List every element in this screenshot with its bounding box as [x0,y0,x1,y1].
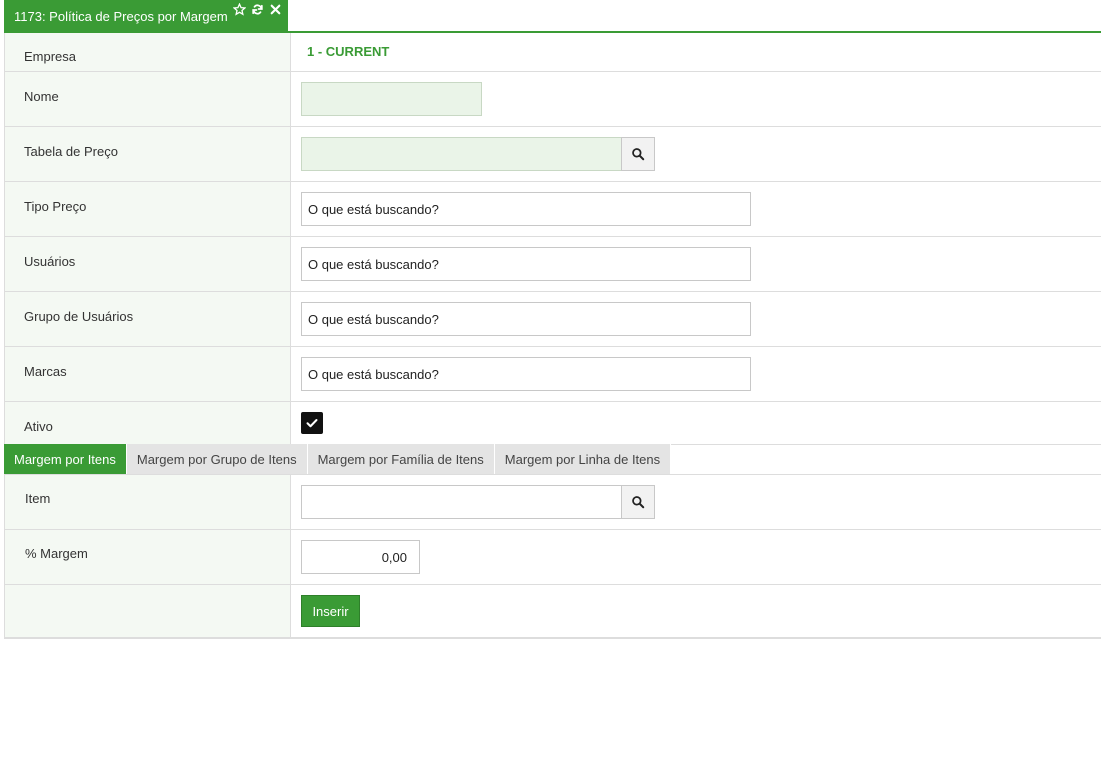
value-cell [291,292,1101,346]
empresa-value: 1 - CURRENT [307,44,390,59]
page-tab[interactable]: 1173: Política de Preços por Margem [4,0,288,31]
tipo-preco-input[interactable] [301,192,751,226]
marcas-label: Marcas [24,364,67,379]
value-cell: Inserir [291,585,1101,637]
row-nome: Nome [5,72,1101,127]
checkmark-icon [306,419,318,428]
label-cell: Nome [5,72,291,126]
value-cell [291,182,1101,236]
tab-margem-grupo-itens[interactable]: Margem por Grupo de Itens [126,444,308,474]
margin-form: Item % Margem Inserir [4,475,1101,639]
search-icon [632,496,645,509]
star-icon[interactable] [233,3,246,16]
value-cell [291,347,1101,401]
row-grupo-usuarios: Grupo de Usuários [5,292,1101,347]
value-cell [291,72,1101,126]
empresa-label: Empresa [24,49,77,64]
usuarios-label: Usuários [24,254,76,269]
refresh-icon[interactable] [251,3,264,16]
grupo-usuarios-input[interactable] [301,302,751,336]
tabela-preco-input[interactable] [301,137,622,171]
label-cell: Grupo de Usuários [5,292,291,346]
label-cell: % Margem [5,530,291,584]
row-tabela-preco: Tabela de Preço [5,127,1101,182]
row-tipo-preco: Tipo Preço [5,182,1101,237]
nome-label: Nome [24,89,59,104]
margin-tabs: Margem por Itens Margem por Grupo de Ite… [4,444,1101,475]
close-icon[interactable] [269,3,282,16]
nome-input[interactable] [301,82,482,116]
tab-margem-linha-itens[interactable]: Margem por Linha de Itens [494,444,672,474]
item-label: Item [25,491,51,506]
row-actions: Inserir [5,585,1101,637]
value-cell [291,475,1101,529]
tab-margem-itens[interactable]: Margem por Itens [4,444,127,474]
value-cell [291,127,1101,181]
value-cell [291,237,1101,291]
row-ativo: Ativo [5,402,1101,445]
tabela-preco-search-button[interactable] [621,137,655,171]
usuarios-input[interactable] [301,247,751,281]
label-cell: Ativo [5,402,291,444]
page-tab-title: 1173: Política de Preços por Margem [14,9,228,24]
value-cell [291,530,1101,584]
ativo-label: Ativo [24,419,53,434]
value-cell [291,402,1101,444]
label-cell: Tabela de Preço [5,127,291,181]
label-cell: Marcas [5,347,291,401]
policy-form: Empresa 1 - CURRENT Nome Tabela de Preço… [4,33,1101,445]
label-cell: Item [5,475,291,529]
margem-input[interactable] [301,540,420,574]
margem-label: % Margem [25,546,88,561]
row-usuarios: Usuários [5,237,1101,292]
grupo-usuarios-label: Grupo de Usuários [24,309,134,324]
value-cell: 1 - CURRENT [291,33,1101,71]
label-cell: Tipo Preço [5,182,291,236]
label-cell: Empresa [5,33,291,71]
row-marcas: Marcas [5,347,1101,402]
insert-button[interactable]: Inserir [301,595,360,627]
marcas-input[interactable] [301,357,751,391]
label-cell: Usuários [5,237,291,291]
row-item: Item [5,475,1101,530]
ativo-checkbox[interactable] [301,412,323,434]
item-search-button[interactable] [621,485,655,519]
search-icon [632,148,645,161]
tipo-preco-label: Tipo Preço [24,199,87,214]
row-empresa: Empresa 1 - CURRENT [5,33,1101,72]
tabela-preco-label: Tabela de Preço [24,144,118,159]
tab-margem-familia-itens[interactable]: Margem por Família de Itens [307,444,495,474]
row-margem: % Margem [5,530,1101,585]
item-input[interactable] [301,485,622,519]
label-cell [5,585,291,637]
